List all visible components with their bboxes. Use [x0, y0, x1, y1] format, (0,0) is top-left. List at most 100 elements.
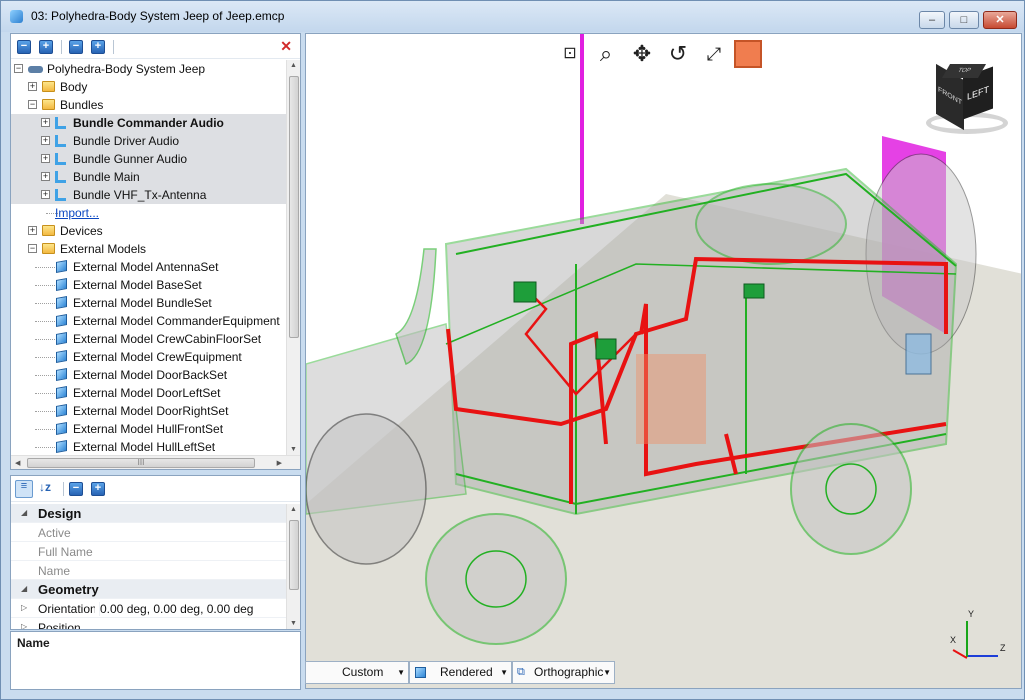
property-row[interactable]: Active — [11, 523, 286, 542]
property-category[interactable]: ◢ Geometry — [11, 580, 286, 599]
rotate-icon[interactable]: ↺ — [664, 40, 692, 68]
expand-toggle-icon[interactable]: + — [28, 82, 37, 91]
tree-item-bundle-driver-audio[interactable]: + Bundle Driver Audio — [11, 132, 286, 150]
external-model-icon — [56, 422, 67, 435]
expand-toggle-icon[interactable]: + — [41, 190, 50, 199]
expand-icon[interactable]: + — [91, 40, 105, 54]
title-bar[interactable]: 03: Polyhedra-Body System Jeep of Jeep.e… — [1, 1, 1024, 32]
sort-alphabetical-icon[interactable]: ↓z — [39, 480, 51, 494]
bundle-icon — [55, 135, 66, 147]
tree-item-external-model[interactable]: External Model HullLeftSet — [11, 438, 286, 455]
tree-item-bundles[interactable]: − Bundles — [11, 96, 286, 114]
scrollbar-thumb[interactable] — [289, 76, 299, 338]
tree-connector — [35, 429, 55, 430]
tree-item-external-model[interactable]: External Model DoorRightSet — [11, 402, 286, 420]
chevron-down-icon: ▼ — [500, 668, 508, 677]
tree-horizontal-scrollbar[interactable]: ◀ III ▶ — [11, 455, 300, 469]
close-button[interactable]: ✕ — [983, 11, 1017, 29]
external-model-icon — [56, 278, 67, 291]
expand-toggle-icon[interactable]: + — [41, 172, 50, 181]
tree-item-bundle-commander-audio[interactable]: + Bundle Commander Audio — [11, 114, 286, 132]
property-category[interactable]: ◢ Design — [11, 504, 286, 523]
expand-triangle-icon[interactable]: ▷ — [21, 622, 27, 629]
property-category-label: Geometry — [38, 582, 99, 597]
projection-value: Orthographic — [534, 665, 604, 679]
collapse-toggle-icon[interactable]: − — [28, 244, 37, 253]
categorized-icon[interactable]: ≡ — [15, 480, 33, 498]
tree-root[interactable]: − Polyhedra-Body System Jeep — [11, 60, 286, 78]
tree-item-bundle-gunner-audio[interactable]: + Bundle Gunner Audio — [11, 150, 286, 168]
expand-all-icon[interactable]: + — [39, 40, 53, 54]
expand-toggle-icon[interactable]: + — [28, 226, 37, 235]
expand-triangle-icon[interactable]: ▷ — [21, 603, 27, 612]
tree-item-external-model[interactable]: External Model HullFrontSet — [11, 420, 286, 438]
collapse-all-icon[interactable]: − — [17, 40, 31, 54]
tree-item-external-model[interactable]: External Model CrewEquipment — [11, 348, 286, 366]
tree-item-bundle-main[interactable]: + Bundle Main — [11, 168, 286, 186]
property-grid[interactable]: ◢ Design Active Full Name Name ◢ Geometr… — [11, 504, 286, 629]
view-dropdown[interactable]: Custom ▼ — [305, 661, 409, 684]
scroll-left-icon[interactable]: ◀ — [15, 459, 20, 467]
scroll-down-icon[interactable]: ▼ — [290, 446, 297, 453]
close-panel-icon[interactable]: ✕ — [280, 38, 292, 55]
tree-item-import[interactable]: Import... — [11, 204, 286, 222]
expand-toggle-icon[interactable]: + — [41, 136, 50, 145]
window-title: 03: Polyhedra-Body System Jeep of Jeep.e… — [31, 9, 285, 23]
expand-icon[interactable]: + — [91, 482, 105, 496]
external-model-icon — [56, 314, 67, 327]
seat-panel — [636, 354, 706, 444]
projection-dropdown[interactable]: ⧉ Orthographic ▼ — [512, 661, 615, 684]
property-value[interactable]: 0.00 deg, 0.00 deg, 0.00 deg — [99, 602, 253, 616]
minimize-button[interactable]: – — [919, 11, 945, 29]
tree-item-label: Bundle Driver Audio — [73, 134, 180, 148]
tree-item-external-model[interactable]: External Model DoorLeftSet — [11, 384, 286, 402]
view-cube[interactable]: FRONT LEFT TOP — [906, 62, 1016, 136]
tree-item-external-models[interactable]: − External Models — [11, 240, 286, 258]
import-link[interactable]: Import... — [55, 206, 99, 220]
tree-item-external-model[interactable]: External Model CrewCabinFloorSet — [11, 330, 286, 348]
property-row[interactable]: ▷ Orientation 0.00 deg, 0.00 deg, 0.00 d… — [11, 599, 286, 618]
tree-vertical-scrollbar[interactable]: ▲ ▼ — [286, 60, 300, 455]
folder-icon — [42, 81, 55, 92]
tree-toolbar: − + − + ✕ — [11, 34, 300, 59]
scrollbar-thumb[interactable] — [289, 520, 299, 590]
fit-icon[interactable]: ⤢ — [700, 40, 728, 68]
scrollbar-thumb[interactable]: III — [27, 458, 255, 468]
pan-icon[interactable]: ✥ — [628, 40, 656, 68]
scroll-down-icon[interactable]: ▼ — [290, 620, 297, 627]
collapse-triangle-icon[interactable]: ◢ — [21, 584, 27, 593]
tree-item-external-model[interactable]: External Model AntennaSet — [11, 258, 286, 276]
tree-item-external-model[interactable]: External Model CommanderEquipment — [11, 312, 286, 330]
z-axis-line — [968, 655, 998, 657]
collapse-triangle-icon[interactable]: ◢ — [21, 508, 27, 517]
select-box-icon[interactable] — [734, 40, 762, 68]
collapse-icon[interactable]: − — [69, 40, 83, 54]
property-row[interactable]: ▷ Position — [11, 618, 286, 629]
maximize-button[interactable]: □ — [949, 11, 979, 29]
scroll-up-icon[interactable]: ▲ — [290, 62, 297, 69]
collapse-toggle-icon[interactable]: − — [14, 64, 23, 73]
collapse-icon[interactable]: − — [69, 482, 83, 496]
expand-toggle-icon[interactable]: + — [41, 118, 50, 127]
tree-item-external-model[interactable]: External Model DoorBackSet — [11, 366, 286, 384]
scroll-right-icon[interactable]: ▶ — [277, 459, 282, 467]
zoom-icon[interactable]: ⌕ — [592, 40, 620, 68]
tree-item-external-model[interactable]: External Model BundleSet — [11, 294, 286, 312]
zoom-window-icon[interactable]: ⊡ — [556, 40, 584, 68]
property-row[interactable]: Full Name — [11, 542, 286, 561]
properties-vertical-scrollbar[interactable]: ▲ ▼ — [286, 504, 300, 629]
tree-item-bundle-vhf-tx-antenna[interactable]: + Bundle VHF_Tx-Antenna — [11, 186, 286, 204]
tree-item-devices[interactable]: + Devices — [11, 222, 286, 240]
description-title: Name — [17, 636, 50, 650]
3d-viewport[interactable]: ⊡ ⌕ ✥ ↺ ⤢ FRONT LEFT TOP Y Z X — [305, 33, 1022, 689]
tree-item-body[interactable]: + Body — [11, 78, 286, 96]
collapse-toggle-icon[interactable]: − — [28, 100, 37, 109]
render-mode-dropdown[interactable]: Rendered ▼ — [409, 661, 512, 684]
tree-item-external-model[interactable]: External Model BaseSet — [11, 276, 286, 294]
scroll-up-icon[interactable]: ▲ — [290, 506, 297, 513]
model-tree[interactable]: − Polyhedra-Body System Jeep + Body − Bu… — [11, 60, 286, 455]
toolbar-separator — [63, 482, 64, 496]
expand-toggle-icon[interactable]: + — [41, 154, 50, 163]
y-axis-label: Y — [968, 609, 975, 619]
property-row[interactable]: Name — [11, 561, 286, 580]
